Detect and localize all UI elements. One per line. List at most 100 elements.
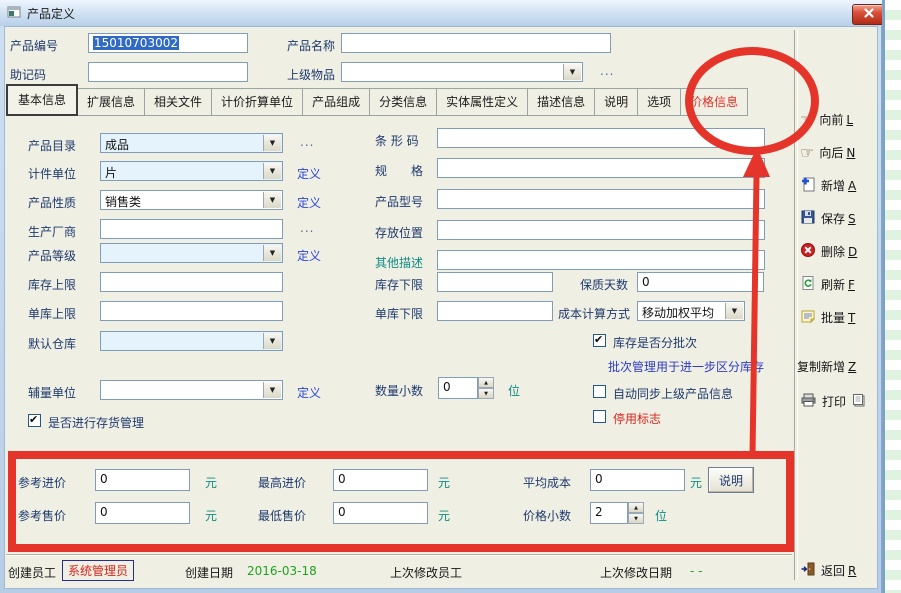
sidebar-item-batch[interactable]: 批量T: [800, 308, 855, 327]
avg-cost-input[interactable]: 0: [590, 469, 685, 491]
grade-label: 产品等级: [28, 247, 76, 264]
price-digit-unit: 位: [655, 507, 667, 524]
barcode-input[interactable]: [437, 128, 765, 148]
spin-down-icon[interactable]: [628, 513, 644, 524]
qty-decimal-stepper[interactable]: [478, 377, 494, 399]
spin-up-icon[interactable]: [628, 502, 644, 513]
location-input[interactable]: [437, 220, 765, 240]
product-name-input[interactable]: [341, 33, 611, 53]
model-input[interactable]: [437, 189, 765, 209]
sidebar-item-print[interactable]: 打印: [800, 392, 867, 411]
tab-pricing-conversion-unit[interactable]: 计价折算单位: [212, 88, 303, 116]
spec-input[interactable]: [437, 158, 765, 178]
sync-parent-checkbox[interactable]: [593, 385, 606, 398]
nature-define-link[interactable]: 定义: [297, 194, 321, 211]
explain-button[interactable]: 说明: [708, 467, 754, 493]
sidebar-item-refresh[interactable]: 刷新F: [800, 275, 855, 294]
price-decimal-input[interactable]: 2: [590, 502, 628, 524]
min-sale-label: 最低售价: [258, 507, 306, 524]
single-upper-input[interactable]: [100, 301, 283, 321]
default-warehouse-combo[interactable]: [100, 331, 283, 351]
aux-unit-label: 辅量单位: [28, 384, 76, 401]
tab-classification-info[interactable]: 分类信息: [370, 88, 437, 116]
spin-up-icon[interactable]: [478, 377, 494, 388]
spin-down-icon[interactable]: [478, 388, 494, 399]
grade-define-link[interactable]: 定义: [297, 247, 321, 264]
shelf-life-input[interactable]: 0: [637, 272, 764, 292]
created-by-label: 创建员工: [8, 564, 56, 581]
min-sale-input[interactable]: 0: [333, 502, 428, 524]
tab-price-info[interactable]: 价格信息: [681, 88, 748, 116]
created-date-label: 创建日期: [185, 564, 233, 581]
save-floppy-icon: [800, 209, 816, 228]
max-purchase-unit: 元: [438, 474, 450, 491]
aux-unit-combo[interactable]: [100, 380, 283, 400]
close-button[interactable]: [852, 4, 886, 25]
window-title: 产品定义: [27, 5, 75, 22]
ref-purchase-input[interactable]: 0: [95, 469, 190, 491]
sidebar-item-return[interactable]: 返回R: [800, 561, 856, 580]
exit-door-icon: [800, 561, 816, 580]
catalog-browse-button[interactable]: ...: [300, 135, 314, 149]
sidebar-item-backward[interactable]: 向后N: [800, 143, 855, 162]
qty-digit-unit: 位: [508, 382, 520, 399]
mnemonic-label: 助记码: [10, 66, 46, 83]
sidebar-item-forward[interactable]: 向前L: [800, 110, 853, 129]
single-lower-input[interactable]: [437, 301, 553, 321]
unit-define-link[interactable]: 定义: [297, 165, 321, 182]
catalog-combo[interactable]: 成品: [100, 133, 283, 153]
tab-notes[interactable]: 说明: [595, 88, 638, 116]
chevron-down-icon[interactable]: [263, 245, 281, 261]
refresh-icon: [800, 275, 816, 294]
chevron-down-icon[interactable]: [263, 382, 281, 398]
stock-upper-input[interactable]: [100, 272, 283, 292]
unit-combo[interactable]: 片: [100, 161, 283, 181]
inventory-mgmt-checkbox[interactable]: [28, 414, 41, 427]
stock-lower-input[interactable]: [437, 272, 553, 292]
stock-upper-label: 库存上限: [28, 276, 76, 293]
avg-cost-label: 平均成本: [523, 474, 571, 491]
grade-combo[interactable]: [100, 243, 283, 263]
tab-basic-info[interactable]: 基本信息: [6, 84, 78, 116]
other-desc-input[interactable]: [437, 250, 765, 270]
sidebar-item-new[interactable]: 新增A: [800, 176, 856, 195]
chevron-down-icon[interactable]: [263, 333, 281, 349]
tab-product-composition[interactable]: 产品组成: [303, 88, 370, 116]
qty-decimal-input[interactable]: 0: [438, 377, 478, 399]
sidebar-item-save[interactable]: 保存S: [800, 209, 856, 228]
tab-options[interactable]: 选项: [638, 88, 681, 116]
disable-flag-checkbox[interactable]: [593, 410, 606, 423]
location-label: 存放位置: [375, 224, 423, 241]
manufacturer-input[interactable]: [100, 219, 283, 239]
ref-sale-input[interactable]: 0: [95, 502, 190, 524]
aux-unit-define-link[interactable]: 定义: [297, 384, 321, 401]
batch-checkbox[interactable]: [593, 334, 606, 347]
parent-item-browse-button[interactable]: ...: [600, 64, 614, 78]
tab-description-info[interactable]: 描述信息: [528, 88, 595, 116]
other-desc-link[interactable]: 其他描述: [375, 254, 423, 271]
titlebar[interactable]: 产品定义: [0, 0, 882, 26]
chevron-down-icon[interactable]: [263, 135, 281, 151]
tab-related-files[interactable]: 相关文件: [145, 88, 212, 116]
avg-cost-unit: 元: [690, 474, 702, 491]
chevron-down-icon[interactable]: [725, 303, 743, 319]
max-purchase-input[interactable]: 0: [333, 469, 428, 491]
modified-date-value: - -: [690, 564, 702, 578]
mnemonic-input[interactable]: [88, 62, 248, 82]
catalog-label: 产品目录: [28, 137, 76, 154]
product-no-value: 15010703002: [93, 36, 179, 50]
chevron-down-icon[interactable]: [263, 163, 281, 179]
cost-method-combo[interactable]: 移动加权平均: [637, 301, 745, 321]
tab-extended-info[interactable]: 扩展信息: [78, 88, 145, 116]
chevron-down-icon[interactable]: [563, 64, 581, 80]
nature-combo[interactable]: 销售类: [100, 190, 283, 210]
product-no-input[interactable]: 15010703002: [88, 33, 248, 53]
price-decimal-stepper[interactable]: [628, 502, 644, 524]
chevron-down-icon[interactable]: [263, 192, 281, 208]
hand-left-icon: [800, 110, 814, 129]
sidebar-item-copy-new[interactable]: 复制新增Z: [797, 358, 856, 375]
tab-entity-attributes[interactable]: 实体属性定义: [437, 88, 528, 116]
manufacturer-browse-button[interactable]: ...: [300, 221, 314, 235]
parent-item-combo[interactable]: [341, 62, 583, 82]
sidebar-item-delete[interactable]: 删除D: [800, 242, 857, 261]
